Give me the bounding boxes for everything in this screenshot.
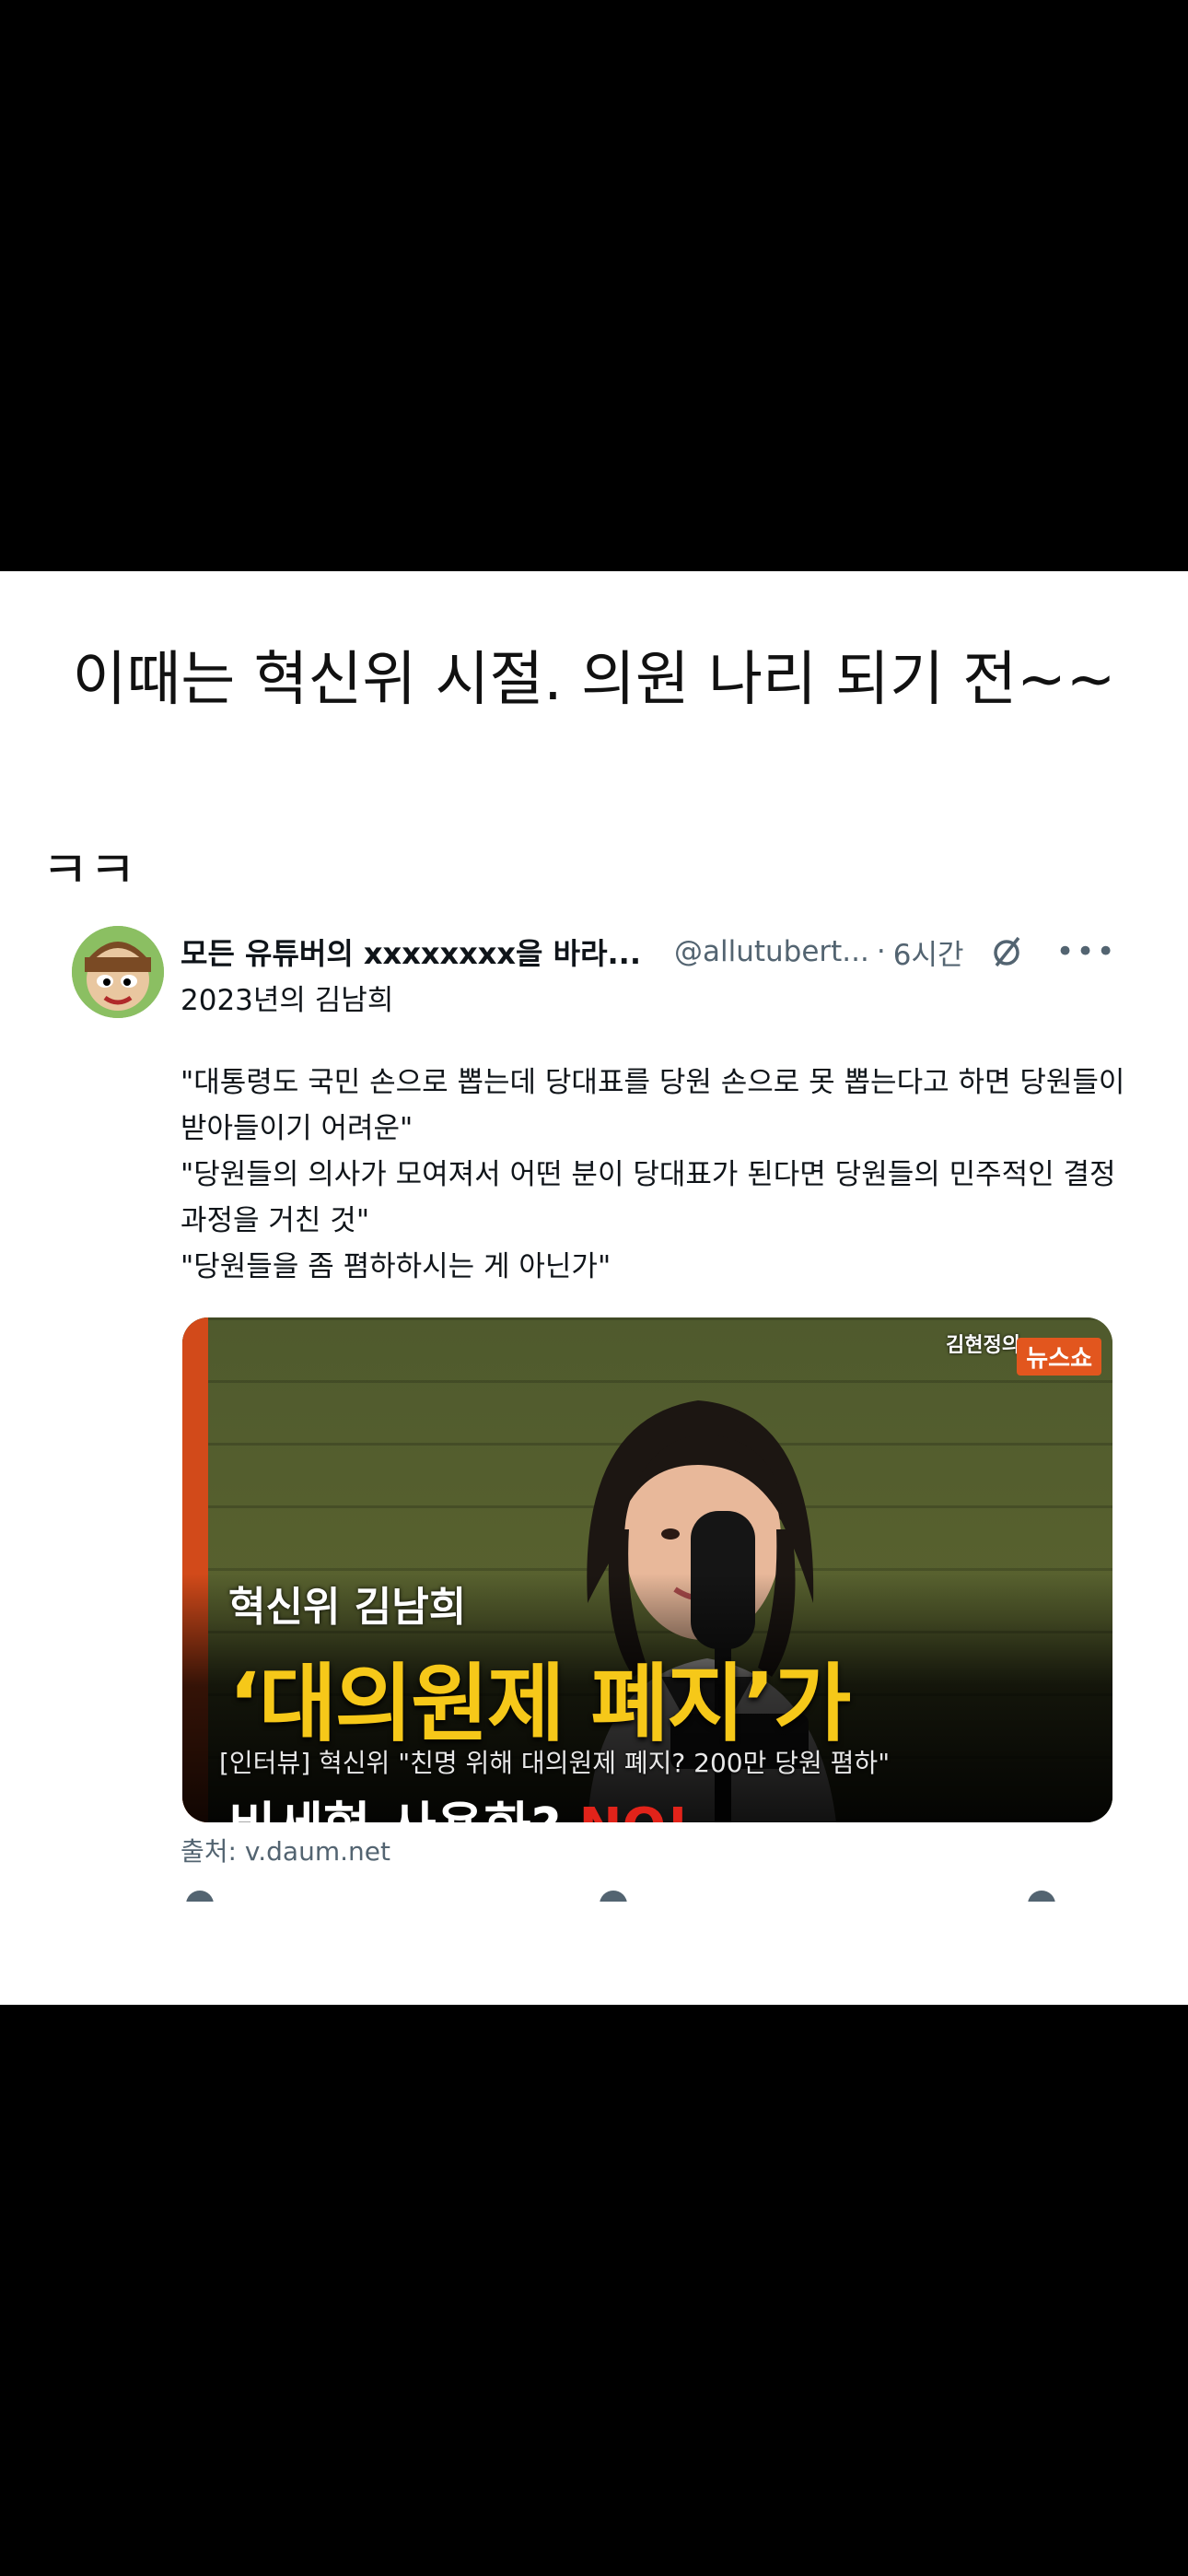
top-black-area [0,0,1188,571]
cut-text-main: 비세형 사용화? [228,1797,561,1822]
user-handle[interactable]: @allutubert... [674,935,869,968]
tweet-subline: 2023년의 김남희 [181,984,394,1017]
post-time[interactable]: 6시간 [893,931,964,973]
host-badge: 김현정의 [946,1334,1020,1357]
cut-text-no: NO! [579,1797,690,1822]
media-cut-text: 비세형 사용화? NO! [228,1786,690,1822]
media-big-label: ‘대의원제 폐지’가 [228,1655,851,1753]
share-icon[interactable] [1028,1891,1055,1902]
embedded-tweet: 모든 유튜버의 xxxxxxxx을 바라... @allutubert... ·… [0,571,1188,2005]
post-content-panel: 이때는 혁신위 시절. 의원 나리 되기 전~~ ㅋㅋ 모든 유튜버의 xxxx… [0,571,1188,2005]
media-thumbnail[interactable]: 김현정의 뉴스쇼 혁신위 김남희 ‘대의원제 폐지’가 [인터뷰] 혁신위 "친… [182,1317,1112,1822]
separator-dot: · [876,935,886,968]
avatar[interactable] [72,926,164,1018]
link-source[interactable]: 출처: v.daum.net [181,1832,390,1868]
action-bar-cut [181,1889,1129,1902]
more-icon[interactable]: ••• [1056,933,1117,970]
grok-icon[interactable] [988,933,1025,970]
quote-line: "당원들의 의사가 모여져서 어떤 분이 당대표가 된다면 당원들의 민주적인 … [181,1158,1116,1237]
media-sub-label: 혁신위 김남희 [228,1584,467,1631]
tweet-body: "대통령도 국민 손으로 뽑는데 당대표를 당원 손으로 못 뽑는다고 하면 당… [181,1060,1129,1290]
display-name[interactable]: 모든 유튜버의 xxxxxxxx을 바라... [181,931,641,973]
quote-line: "대통령도 국민 손으로 뽑는데 당대표를 당원 손으로 못 뽑는다고 하면 당… [181,1066,1125,1145]
bottom-black-area [0,2005,1188,2576]
show-badge: 뉴스쇼 [1017,1338,1101,1376]
reply-icon[interactable] [186,1891,214,1902]
quote-line: "당원들을 좀 폄하하시는 게 아닌가" [181,1250,611,1283]
media-headline: [인터뷰] 혁신위 "친명 위해 대의원제 폐지? 200만 당원 폄하" [219,1748,891,1778]
tweet-header: 모든 유튜버의 xxxxxxxx을 바라... @allutubert... ·… [181,929,1129,975]
like-icon[interactable] [600,1891,627,1902]
